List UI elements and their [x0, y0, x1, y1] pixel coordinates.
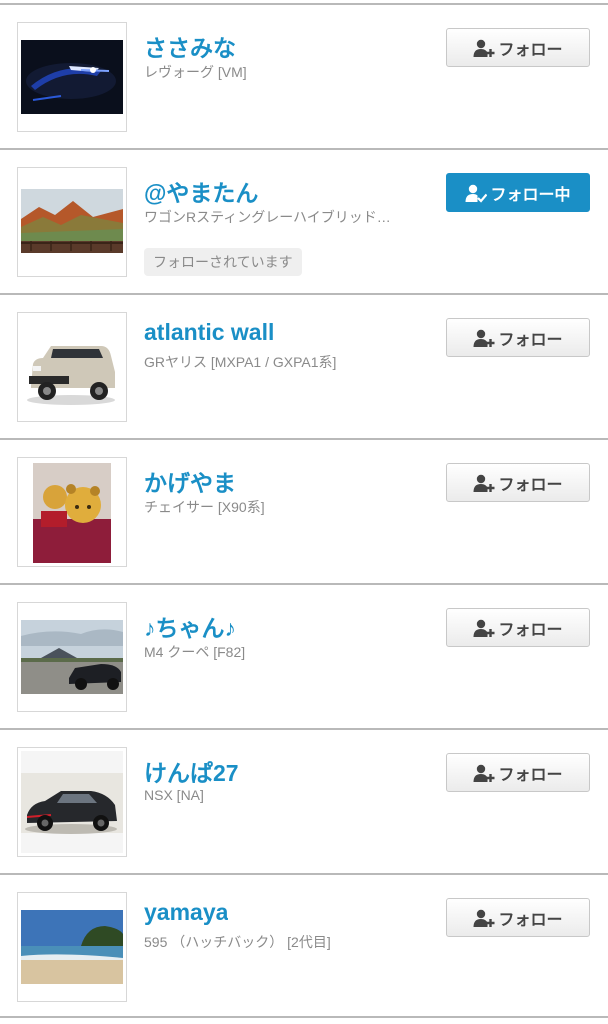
avatar-image: [21, 620, 123, 694]
avatar-image: [21, 316, 123, 418]
follow-button[interactable]: フォロー: [446, 318, 590, 357]
add-user-icon: [473, 619, 495, 637]
follow-button[interactable]: フォロー: [446, 463, 590, 502]
user-name[interactable]: @やまたん: [144, 174, 258, 208]
user-name[interactable]: ささみな: [144, 29, 236, 63]
avatar-image: [21, 40, 123, 114]
car-model[interactable]: GRヤリス [MXPA1 / GXPA1系]: [144, 352, 336, 372]
follow-button-label: フォロー: [498, 911, 563, 929]
follow-button-label: フォロー: [498, 476, 563, 494]
add-user-icon: [473, 39, 495, 57]
car-model[interactable]: レヴォーグ [VM]: [144, 62, 247, 82]
list-item: かげやま チェイサー [X90系] フォロー: [0, 438, 608, 583]
list-item: ♪ちゃん♪ M4 クーペ [F82] フォロー: [0, 583, 608, 728]
avatar[interactable]: [17, 892, 127, 1002]
following-button-label: フォロー中: [490, 186, 571, 204]
avatar[interactable]: [17, 312, 127, 422]
avatar-image: [21, 189, 123, 253]
avatar-image: [21, 461, 123, 563]
car-model[interactable]: NSX [NA]: [144, 787, 204, 803]
follow-button[interactable]: フォロー: [446, 898, 590, 937]
car-model[interactable]: 595 （ハッチバック） [2代目]: [144, 932, 331, 952]
add-user-icon: [473, 474, 495, 492]
following-button[interactable]: フォロー中: [446, 173, 590, 212]
list-item: yamaya 595 （ハッチバック） [2代目] フォロー: [0, 873, 608, 1018]
follow-button[interactable]: フォロー: [446, 753, 590, 792]
avatar[interactable]: [17, 167, 127, 277]
list-item: atlantic wall GRヤリス [MXPA1 / GXPA1系] フォロ…: [0, 293, 608, 438]
avatar[interactable]: [17, 457, 127, 567]
avatar[interactable]: [17, 602, 127, 712]
car-model[interactable]: M4 クーペ [F82]: [144, 642, 245, 662]
avatar[interactable]: [17, 22, 127, 132]
user-name[interactable]: yamaya: [144, 899, 228, 926]
follow-button-label: フォロー: [498, 621, 563, 639]
followed-by-badge: フォローされています: [144, 248, 302, 276]
user-name[interactable]: けんぱ27: [144, 754, 239, 788]
follow-button[interactable]: フォロー: [446, 28, 590, 67]
user-check-icon: [465, 184, 488, 203]
add-user-icon: [473, 909, 495, 927]
follow-button-label: フォロー: [498, 331, 563, 349]
avatar[interactable]: [17, 747, 127, 857]
follow-button-label: フォロー: [498, 766, 563, 784]
avatar-image: [21, 751, 123, 853]
user-name[interactable]: かげやま: [144, 464, 236, 498]
list-item: けんぱ27 NSX [NA] フォロー: [0, 728, 608, 873]
follow-button-label: フォロー: [498, 41, 563, 59]
list-item: ささみな レヴォーグ [VM] フォロー: [0, 3, 608, 148]
user-name[interactable]: atlantic wall: [144, 319, 274, 346]
follow-button[interactable]: フォロー: [446, 608, 590, 647]
car-model[interactable]: ワゴンRスティングレーハイブリッド…: [144, 207, 391, 227]
add-user-icon: [473, 329, 495, 347]
user-name[interactable]: ♪ちゃん♪: [144, 609, 236, 643]
add-user-icon: [473, 764, 495, 782]
car-model[interactable]: チェイサー [X90系]: [144, 497, 265, 517]
list-item: @やまたん ワゴンRスティングレーハイブリッド… フォローされています フォロー…: [0, 148, 608, 293]
avatar-image: [21, 910, 123, 984]
follow-list: ささみな レヴォーグ [VM] フォロー @やまたん ワゴンRスティングレーハイ…: [0, 0, 608, 1024]
